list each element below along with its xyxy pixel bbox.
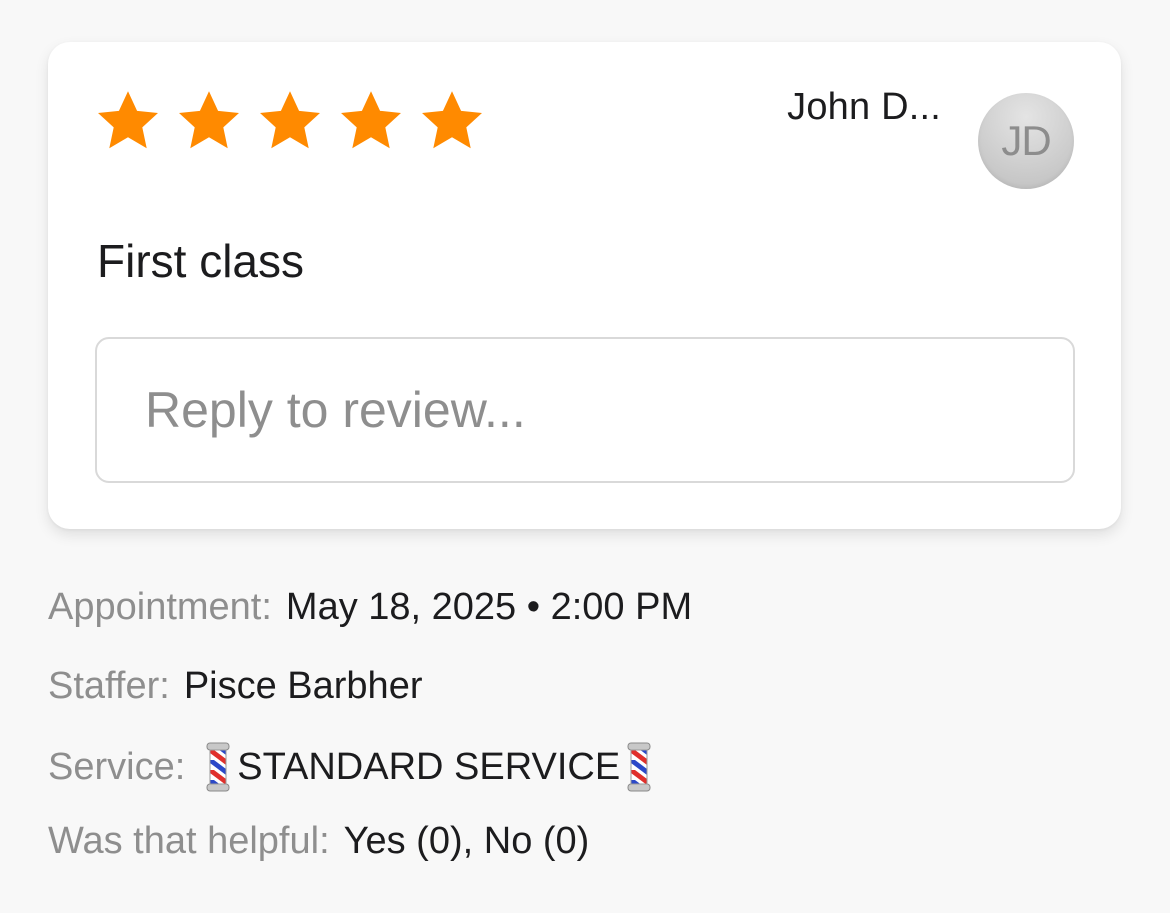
appointment-label: Appointment:: [48, 586, 272, 628]
staffer-value: Pisce Barbher: [183, 665, 423, 707]
staffer-label: Staffer:: [48, 665, 170, 707]
star-icon: [341, 91, 401, 149]
star-icon: [98, 91, 158, 149]
helpful-yes-link[interactable]: Yes (0): [344, 820, 463, 863]
helpful-label: Was that helpful:: [48, 820, 330, 862]
star-icon: [422, 91, 482, 149]
helpful-no-link[interactable]: No (0): [484, 820, 590, 863]
avatar[interactable]: JD: [978, 93, 1074, 189]
helpful-separator: ,: [462, 820, 474, 862]
service-value: STANDARD SERVICE: [237, 745, 621, 788]
reply-input[interactable]: [95, 337, 1075, 483]
helpful-row: Was that helpful: Yes (0), No (0): [48, 820, 589, 863]
star-icon: [179, 91, 239, 149]
service-label: Service:: [48, 745, 186, 788]
star-icon: [260, 91, 320, 149]
service-value-wrap: STANDARD SERVICE: [199, 742, 658, 792]
review-text: First class: [97, 235, 304, 287]
avatar-initials: JD: [1001, 117, 1051, 164]
review-card: John D... JD First class: [48, 42, 1121, 529]
barber-pole-icon: [206, 742, 230, 792]
star-rating: [94, 88, 486, 154]
appointment-value: May 18, 2025 • 2:00 PM: [285, 586, 693, 628]
service-row: Service: STANDARD SERVICE: [48, 742, 658, 792]
reviewer-name: John D...: [787, 86, 941, 128]
staffer-row: Staffer: Pisce Barbher: [48, 665, 422, 708]
appointment-row: Appointment: May 18, 2025 • 2:00 PM: [48, 586, 692, 629]
barber-pole-icon: [627, 742, 651, 792]
